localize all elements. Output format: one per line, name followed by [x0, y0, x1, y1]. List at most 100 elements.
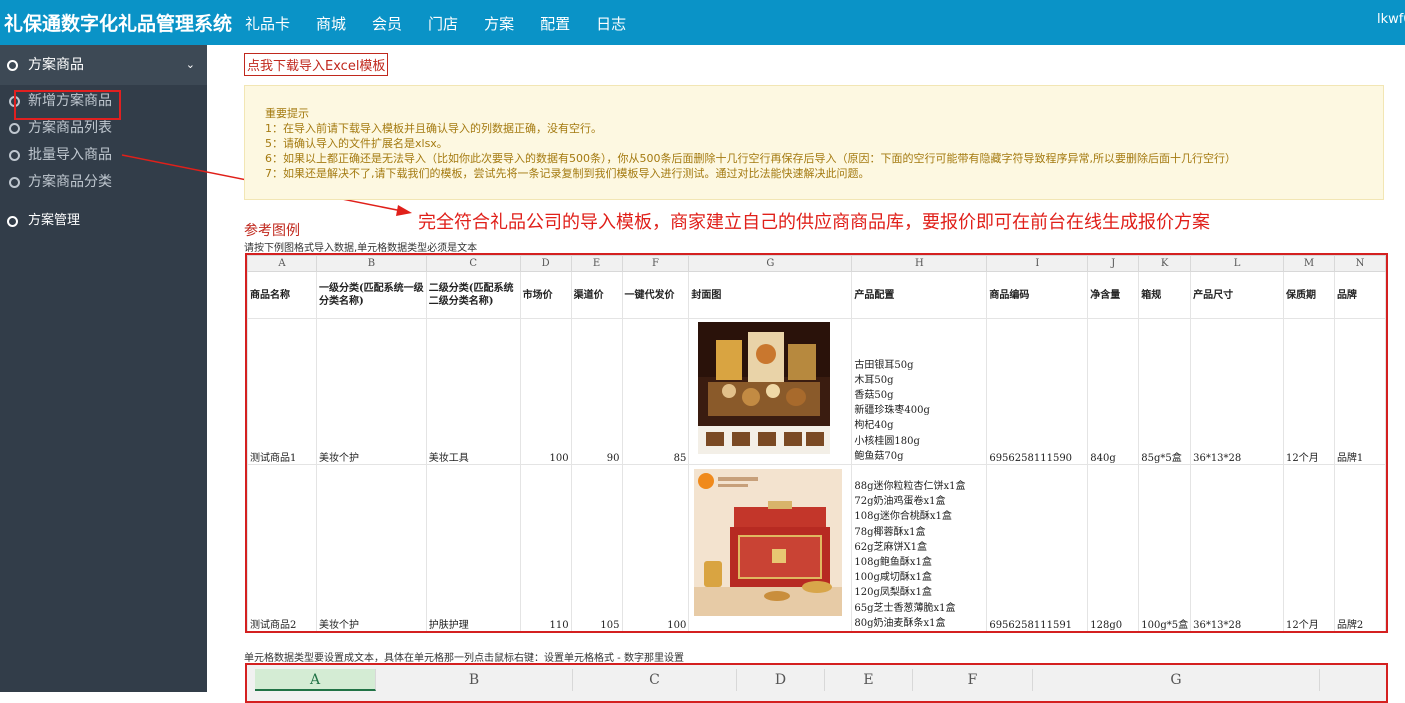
tips-title: 重要提示 — [265, 107, 309, 120]
cell-cover-image — [688, 318, 853, 465]
cell-brand: 品牌1 — [1333, 318, 1386, 465]
col-letter: E — [570, 255, 623, 272]
gift-box-image — [694, 469, 843, 616]
header-cell: 商品编码 — [986, 271, 1089, 319]
cell-cat1: 美妆个护 — [315, 318, 427, 465]
cell-channel-price: 90 — [570, 318, 623, 465]
header-cell: 产品尺寸 — [1190, 271, 1284, 319]
cell-size: 36*13*28 — [1190, 464, 1284, 631]
header-cell: 渠道价 — [570, 271, 623, 319]
cell-net: 840g — [1087, 318, 1140, 465]
col-letter: F — [621, 255, 690, 272]
config-line: 新疆珍珠枣400g — [854, 405, 930, 417]
cell-net: 128g0 — [1087, 464, 1140, 631]
header-cell: 二级分类(匹配系统二级分类名称) — [425, 271, 521, 319]
reference-title: 参考图例 — [244, 223, 300, 239]
config-line: 78g椰蓉酥x1盒 — [854, 526, 926, 538]
column-letters: A B C D E F G H I J K L M N — [247, 255, 1386, 272]
cell-box: 100g*5盒 — [1138, 464, 1192, 631]
format-note: 单元格数据类型要设置成文本，具体在单元格那一列点击鼠标右键：设置单元格格式 - … — [244, 653, 684, 664]
cell-code: 6956258111590 — [986, 318, 1089, 465]
col-letter: D — [519, 255, 572, 272]
header-cell: 品牌 — [1333, 271, 1386, 319]
col-letter: G — [688, 255, 853, 272]
cell-channel-price: 105 — [570, 464, 623, 631]
header-cell: 箱规 — [1138, 271, 1192, 319]
cell-dropship-price: 85 — [621, 318, 690, 465]
config-line: 木耳50g — [854, 374, 894, 386]
config-line: 120g凤梨酥x1盒 — [854, 587, 932, 599]
col-letter: B — [315, 255, 427, 272]
header-cell: 一级分类(匹配系统一级分类名称) — [315, 271, 427, 319]
col-letter: H — [851, 255, 988, 272]
annotation-text: 完全符合礼品公司的导入模板，商家建立自己的供应商商品库，要报价即可在前台在线生成… — [418, 212, 1210, 233]
cell-cat2: 美妆工具 — [425, 318, 521, 465]
config-line: 香菇50g — [854, 389, 894, 401]
cell-cover-image — [688, 464, 853, 631]
config-line: 108g迷你合桃酥x1盒 — [854, 511, 952, 523]
cell-box: 85g*5盒 — [1138, 318, 1192, 465]
cell-market-price: 110 — [519, 464, 572, 631]
download-template-link[interactable]: 点我下载导入Excel模板 — [244, 53, 389, 76]
cell-size: 36*13*28 — [1190, 318, 1284, 465]
cell-brand: 品牌2 — [1333, 464, 1386, 631]
cell-config: 古田银耳50g 木耳50g 香菇50g 新疆珍珠枣400g 枸杞40g 小核桂圆… — [851, 318, 988, 465]
cell-cat2: 护肤护理 — [425, 464, 521, 631]
col-letter: I — [986, 255, 1089, 272]
header-cell: 净含量 — [1087, 271, 1140, 319]
cell-dropship-price: 100 — [621, 464, 690, 631]
col-letter: C — [573, 669, 737, 691]
config-line: 枸杞40g — [854, 420, 894, 432]
tip-line: 7：如果还是解决不了,请下载我们的模板，尝试先将一条记录复制到我们模板导入进行测… — [265, 167, 870, 180]
col-letter: A — [255, 669, 376, 691]
header-cell: 产品配置 — [851, 271, 988, 319]
config-line: 62g芝麻饼X1盒 — [854, 541, 927, 553]
tip-line: 1：在导入前请下载导入模板并且确认导入的列数据正确，没有空行。 — [265, 122, 602, 135]
col-letter: F — [913, 669, 1033, 691]
cell-cat1: 美妆个护 — [315, 464, 427, 631]
cell-market-price: 100 — [519, 318, 572, 465]
col-letter: N — [1333, 255, 1386, 272]
col-letter: J — [1087, 255, 1140, 272]
config-line: 108g鲍鱼酥x1盒 — [854, 556, 932, 568]
tip-line: 5：请确认导入的文件扩展名是xlsx。 — [265, 137, 448, 150]
config-line: 80g奶油麦酥条x1盒 — [854, 617, 946, 629]
format-spreadsheet: A B C D E F G — [245, 663, 1388, 703]
cell-code: 6956258111591 — [986, 464, 1089, 631]
cell-name: 测试商品2 — [247, 464, 317, 631]
col-letter: C — [425, 255, 521, 272]
col-letter: D — [737, 669, 825, 691]
main-content: 点我下载导入Excel模板 重要提示 1：在导入前请下载导入模板并且确认导入的列… — [207, 45, 1405, 703]
tip-line: 6：如果以上都正确还是无法导入（比如你此次要导入的数据有500条），你从500条… — [265, 152, 1236, 165]
table-row: 测试商品2 美妆个护 护肤护理 110 105 100 88g迷你粒粒杏仁饼x1… — [247, 464, 1386, 631]
cell-shelf: 12个月 — [1282, 464, 1335, 631]
sample-spreadsheet: A B C D E F G H I J K L M N 商品名称 一级分类(匹配… — [245, 253, 1388, 633]
config-line: 小核桂圆180g — [854, 435, 920, 447]
reference-desc: 请按下例图格式导入数据,单元格数据类型必须是文本 — [244, 243, 478, 254]
header-row: 商品名称 一级分类(匹配系统一级分类名称) 二级分类(匹配系统二级分类名称) 市… — [247, 271, 1386, 319]
header-cell: 商品名称 — [247, 271, 317, 319]
col-letter: A — [247, 255, 317, 272]
config-line: 100g咸切酥x1盒 — [854, 572, 932, 584]
col-letter: G — [1033, 669, 1320, 691]
header-cell: 一键代发价 — [621, 271, 690, 319]
cell-config: 88g迷你粒粒杏仁饼x1盒 72g奶油鸡蛋卷x1盒 108g迷你合桃酥x1盒 7… — [851, 464, 988, 631]
col-letter: L — [1190, 255, 1284, 272]
tips-box: 重要提示 1：在导入前请下载导入模板并且确认导入的列数据正确，没有空行。 5：请… — [244, 85, 1384, 200]
config-line: 古田银耳50g — [854, 359, 914, 371]
config-line: 鲍鱼菇70g — [854, 450, 904, 462]
col-letter: K — [1138, 255, 1192, 272]
header-cell: 市场价 — [519, 271, 572, 319]
table-row: 测试商品1 美妆个护 美妆工具 100 90 85 古田银耳50g 木耳50g … — [247, 318, 1386, 465]
cell-shelf: 12个月 — [1282, 318, 1335, 465]
col-letter: E — [825, 669, 913, 691]
gift-box-image — [698, 322, 831, 454]
config-line: 88g迷你粒粒杏仁饼x1盒 — [854, 480, 966, 492]
config-line: 72g奶油鸡蛋卷x1盒 — [854, 496, 946, 508]
cell-name: 测试商品1 — [247, 318, 317, 465]
col-letter: B — [376, 669, 573, 691]
col-letter: M — [1282, 255, 1335, 272]
config-line: 65g芝士香葱薄脆x1盒 — [854, 602, 956, 614]
header-cell: 封面图 — [688, 271, 853, 319]
header-cell: 保质期 — [1282, 271, 1335, 319]
